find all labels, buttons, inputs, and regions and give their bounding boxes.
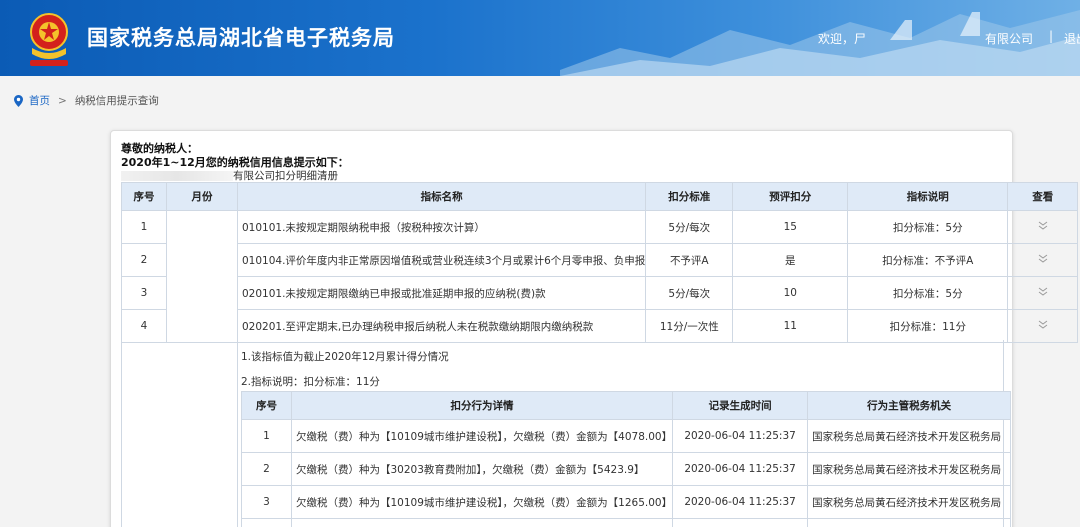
deduction-detail-table: 序号 扣分行为详情 记录生成时间 行为主管税务机关 1 欠缴税（费）种为【101… bbox=[241, 391, 1012, 527]
row-indicator: 020201.至评定期末,已办理纳税申报后纳税人未在税款缴纳期限内缴纳税款 bbox=[236, 309, 647, 343]
row-deduction: 10 bbox=[732, 276, 849, 310]
row-view-cell[interactable] bbox=[1007, 276, 1079, 310]
col-header-seq: 序号 bbox=[121, 182, 167, 211]
detail-col-detail: 扣分行为详情 bbox=[290, 391, 674, 420]
redacted-company-name bbox=[121, 171, 233, 181]
detail-office: 国家税务总局黄石经济技术开发区税务局 bbox=[807, 485, 1012, 519]
logout-link[interactable]: 退出 bbox=[1064, 30, 1080, 47]
detail-col-seq: 序号 bbox=[241, 391, 292, 420]
detail-col-office: 行为主管税务机关 bbox=[807, 391, 1012, 420]
location-pin-icon bbox=[14, 94, 23, 107]
col-header-note: 指标说明 bbox=[847, 182, 1009, 211]
detail-office bbox=[807, 518, 1012, 527]
row-month bbox=[166, 210, 238, 343]
detail-note-2: 2.指标说明：扣分标准：11分 bbox=[241, 376, 380, 388]
site-title: 国家税务总局湖北省电子税务局 bbox=[87, 26, 395, 50]
row-indicator: 020101.未按规定期限缴纳已申报或批准延期申报的应纳税(费)款 bbox=[236, 276, 647, 310]
detail-seq: 2 bbox=[241, 452, 292, 486]
company-name: 有限公司 bbox=[985, 32, 1034, 46]
row-seq: 2 bbox=[121, 243, 167, 277]
detail-time bbox=[672, 518, 809, 527]
detail-office: 国家税务总局黄石经济技术开发区税务局 bbox=[807, 419, 1012, 453]
site-header: 国家税务总局湖北省电子税务局 欢迎，尸 有限公司 | 退出 bbox=[0, 0, 1080, 76]
double-chevron-down-icon[interactable] bbox=[1037, 287, 1049, 297]
breadcrumb-current: 纳税信用提示查询 bbox=[74, 95, 159, 107]
detail-row: 2 欠缴税（费）种为【30203教育费附加】，欠缴税（费）金额为【5423.9】… bbox=[241, 452, 1012, 486]
row-view-cell[interactable] bbox=[1007, 210, 1079, 244]
detail-row bbox=[241, 518, 1012, 527]
col-header-deduction: 预评扣分 bbox=[732, 182, 849, 211]
deduction-table: 序号 月份 指标名称 扣分标准 预评扣分 指标说明 查看 1 010101.未按… bbox=[121, 182, 1079, 343]
col-header-indicator: 指标名称 bbox=[236, 182, 647, 211]
detail-desc: 欠缴税（费）种为【10109城市维护建设税】，欠缴税（费）金额为【1265.00… bbox=[290, 485, 674, 519]
table-row: 2 010104.评价年度内非正常原因增值税或营业税连续3个月或累计6个月零申报… bbox=[121, 243, 1079, 277]
row-seq: 3 bbox=[121, 276, 167, 310]
double-chevron-down-icon[interactable] bbox=[1037, 254, 1049, 264]
detail-seq bbox=[241, 518, 292, 527]
detail-desc bbox=[290, 518, 674, 527]
company-detail-title: 有限公司扣分明细清册 bbox=[121, 168, 338, 183]
double-chevron-down-icon[interactable] bbox=[1037, 221, 1049, 231]
row-seq: 4 bbox=[121, 309, 167, 343]
table-border-ext bbox=[121, 340, 166, 527]
row-standard: 不予评A bbox=[645, 243, 734, 277]
tax-emblem-icon bbox=[30, 13, 68, 66]
row-note: 扣分标准：不予评A bbox=[847, 243, 1009, 277]
breadcrumb-home-link[interactable]: 首页 bbox=[29, 93, 50, 108]
row-indicator: 010104.评价年度内非正常原因增值税或营业税连续3个月或累计6个月零申报、负… bbox=[236, 243, 647, 277]
row-deduction: 11 bbox=[732, 309, 849, 343]
welcome-text: 欢迎，尸 bbox=[818, 30, 866, 47]
header-separator: | bbox=[1049, 29, 1054, 43]
table-row: 4 020201.至评定期末,已办理纳税申报后纳税人未在税款缴纳期限内缴纳税款 … bbox=[121, 309, 1079, 343]
detail-header-row: 序号 扣分行为详情 记录生成时间 行为主管税务机关 bbox=[241, 391, 1012, 420]
row-standard: 5分/每次 bbox=[645, 210, 734, 244]
double-chevron-up-icon[interactable] bbox=[1037, 320, 1049, 330]
col-header-month: 月份 bbox=[166, 182, 238, 211]
detail-row: 1 欠缴税（费）种为【10109城市维护建设税】，欠缴税（费）金额为【4078.… bbox=[241, 419, 1012, 453]
detail-time: 2020-06-04 11:25:37 bbox=[672, 419, 809, 453]
row-note: 扣分标准：5分 bbox=[847, 276, 1009, 310]
detail-desc: 欠缴税（费）种为【10109城市维护建设税】，欠缴税（费）金额为【4078.00… bbox=[290, 419, 674, 453]
row-note: 扣分标准：11分 bbox=[847, 309, 1009, 343]
table-row: 3 020101.未按规定期限缴纳已申报或批准延期申报的应纳税(费)款 5分/每… bbox=[121, 276, 1079, 310]
company-detail-suffix: 有限公司扣分明细清册 bbox=[233, 170, 338, 182]
row-view-cell[interactable] bbox=[1007, 243, 1079, 277]
table-header-row: 序号 月份 指标名称 扣分标准 预评扣分 指标说明 查看 bbox=[121, 182, 1079, 211]
row-view-cell[interactable] bbox=[1007, 309, 1079, 343]
welcome-name-hint: 尸 bbox=[854, 32, 867, 46]
detail-col-time: 记录生成时间 bbox=[672, 391, 809, 420]
row-deduction: 是 bbox=[732, 243, 849, 277]
row-note: 扣分标准：5分 bbox=[847, 210, 1009, 244]
detail-time: 2020-06-04 11:25:37 bbox=[672, 452, 809, 486]
breadcrumb: 首页 > 纳税信用提示查询 bbox=[14, 93, 159, 108]
detail-seq: 1 bbox=[241, 419, 292, 453]
detail-seq: 3 bbox=[241, 485, 292, 519]
row-indicator: 010101.未按规定期限纳税申报（按税种按次计算） bbox=[236, 210, 647, 244]
table-row: 1 010101.未按规定期限纳税申报（按税种按次计算） 5分/每次 15 扣分… bbox=[121, 210, 1079, 343]
col-header-standard: 扣分标准 bbox=[645, 182, 734, 211]
detail-row: 3 欠缴税（费）种为【10109城市维护建设税】，欠缴税（费）金额为【1265.… bbox=[241, 485, 1012, 519]
row-standard: 11分/一次性 bbox=[645, 309, 734, 343]
row-seq: 1 bbox=[121, 210, 167, 244]
row-standard: 5分/每次 bbox=[645, 276, 734, 310]
breadcrumb-arrow: > bbox=[58, 94, 67, 107]
row-deduction: 15 bbox=[732, 210, 849, 244]
col-header-view: 查看 bbox=[1007, 182, 1079, 211]
detail-desc: 欠缴税（费）种为【30203教育费附加】，欠缴税（费）金额为【5423.9】 bbox=[290, 452, 674, 486]
welcome-label: 欢迎， bbox=[818, 32, 855, 46]
detail-time: 2020-06-04 11:25:37 bbox=[672, 485, 809, 519]
detail-office: 国家税务总局黄石经济技术开发区税务局 bbox=[807, 452, 1012, 486]
detail-note-1: 1.该指标值为截止2020年12月累计得分情况 bbox=[241, 351, 449, 363]
